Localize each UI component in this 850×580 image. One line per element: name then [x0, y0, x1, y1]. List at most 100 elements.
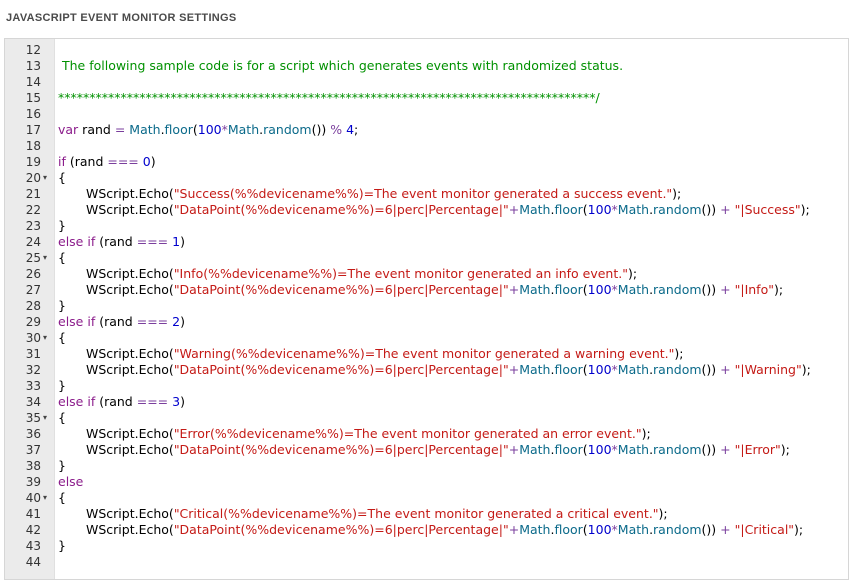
code-token: ===: [107, 154, 139, 169]
fold-toggle-icon[interactable]: ▾: [43, 250, 47, 266]
code-line[interactable]: 32 WScript.Echo("DataPoint(%%devicename%%…: [5, 362, 848, 378]
line-number: 37: [25, 443, 41, 457]
code-token: Math: [617, 282, 650, 297]
code-token: {: [58, 170, 66, 185]
code-token: "Critical(%%devicename%%)=The event moni…: [173, 506, 659, 521]
code-token: Math: [617, 522, 650, 537]
code-token: );: [800, 202, 810, 217]
line-number: 23: [25, 219, 41, 233]
code-token: random: [263, 122, 312, 137]
code-line[interactable]: 28}: [5, 298, 848, 314]
code-token: Math: [519, 202, 551, 217]
code-line[interactable]: 43}: [5, 538, 848, 554]
code-token: The following sample code is for a scrip…: [58, 58, 624, 73]
code-token: "Warning(%%devicename%%)=The event monit…: [173, 346, 675, 361]
code-line[interactable]: 38}: [5, 458, 848, 474]
code-line[interactable]: 18: [5, 138, 848, 154]
code-token: random: [653, 362, 702, 377]
code-text: {: [58, 250, 66, 266]
code-token: );: [627, 266, 638, 281]
code-token: ****************************************…: [58, 90, 600, 105]
code-line[interactable]: 25 ▾ {: [5, 250, 848, 266]
code-line[interactable]: 21 WScript.Echo("Success(%%devicename%%)=…: [5, 186, 848, 202]
code-token: WScript.Echo(: [86, 442, 174, 457]
code-token: 100: [587, 202, 612, 217]
code-line[interactable]: 42 WScript.Echo("DataPoint(%%devicename%%…: [5, 522, 848, 538]
code-token: WScript.Echo(: [86, 426, 174, 441]
code-line[interactable]: 14: [5, 74, 848, 90]
code-line[interactable]: 23}: [5, 218, 848, 234]
code-line[interactable]: 40 ▾ {: [5, 490, 848, 506]
code-line[interactable]: 44: [5, 554, 848, 570]
code-text: WScript.Echo("DataPoint(%%devicename%%)=…: [58, 522, 803, 538]
code-lines: 12 13 The following sample code is for a …: [5, 42, 848, 570]
code-line[interactable]: 41 WScript.Echo("Critical(%%devicename%%)…: [5, 506, 848, 522]
code-token: "|Success": [734, 202, 801, 217]
line-number: 12: [25, 43, 41, 57]
code-line[interactable]: 13 The following sample code is for a sc…: [5, 58, 848, 74]
code-text: WScript.Echo("DataPoint(%%devicename%%)=…: [58, 282, 783, 298]
code-line[interactable]: 34 else if (rand === 3): [5, 394, 848, 410]
section-title: JAVASCRIPT EVENT MONITOR SETTINGS: [6, 12, 237, 24]
code-line[interactable]: 22 WScript.Echo("DataPoint(%%devicename%%…: [5, 202, 848, 218]
code-token: 100: [197, 122, 222, 137]
line-number: 44: [25, 555, 41, 569]
code-line[interactable]: 27 WScript.Echo("DataPoint(%%devicename%%…: [5, 282, 848, 298]
code-token: 100: [587, 522, 612, 537]
code-token: Math: [617, 362, 650, 377]
code-token: 0: [142, 154, 151, 169]
code-text: WScript.Echo("DataPoint(%%devicename%%)=…: [58, 442, 790, 458]
code-token: Math: [617, 202, 650, 217]
code-editor[interactable]: 12 13 The following sample code is for a …: [4, 38, 849, 580]
code-text: The following sample code is for a scrip…: [58, 58, 623, 74]
code-token: else: [58, 314, 84, 329]
code-token: );: [780, 442, 790, 457]
code-token: random: [653, 282, 702, 297]
code-token: ()): [701, 442, 721, 457]
code-line[interactable]: 29 else if (rand === 2): [5, 314, 848, 330]
code-token: "DataPoint(%%devicename%%)=6|perc|Percen…: [173, 442, 509, 457]
fold-toggle-icon[interactable]: ▾: [43, 490, 47, 506]
code-text: }: [58, 298, 66, 314]
code-line[interactable]: 12: [5, 42, 848, 58]
code-token: +: [720, 362, 731, 377]
line-number: 25: [25, 251, 41, 265]
code-line[interactable]: 36 WScript.Echo("Error(%%devicename%%)=Th…: [5, 426, 848, 442]
code-token: }: [58, 298, 66, 313]
code-line[interactable]: 35 ▾ {: [5, 410, 848, 426]
fold-toggle-icon[interactable]: ▾: [43, 170, 47, 186]
code-token: +: [720, 202, 731, 217]
code-token: +: [720, 522, 731, 537]
code-text: }: [58, 458, 66, 474]
code-text: }: [58, 538, 66, 554]
code-token: +: [508, 202, 520, 217]
code-line[interactable]: 19 if (rand === 0): [5, 154, 848, 170]
code-token: ===: [136, 234, 169, 249]
code-line[interactable]: 16: [5, 106, 848, 122]
code-line[interactable]: 24 else if (rand === 1): [5, 234, 848, 250]
fold-toggle-icon[interactable]: ▾: [43, 330, 47, 346]
code-line[interactable]: 30 ▾ {: [5, 330, 848, 346]
code-line[interactable]: 26 WScript.Echo("Info(%%devicename%%)=The…: [5, 266, 848, 282]
line-number: 21: [25, 187, 41, 201]
line-number: 24: [25, 235, 41, 249]
code-token: 2: [172, 314, 181, 329]
line-number: 28: [25, 299, 41, 313]
code-token: ()): [701, 202, 721, 217]
code-token: }: [58, 458, 66, 473]
code-token: );: [672, 186, 682, 201]
code-line[interactable]: 39 else: [5, 474, 848, 490]
code-text: else if (rand === 1): [58, 234, 185, 250]
code-token: +: [720, 442, 731, 457]
code-token: (rand: [95, 234, 137, 249]
code-token: Math: [519, 362, 551, 377]
code-line[interactable]: 33}: [5, 378, 848, 394]
code-line[interactable]: 37 WScript.Echo("DataPoint(%%devicename%%…: [5, 442, 848, 458]
code-line[interactable]: 20 ▾ {: [5, 170, 848, 186]
code-line[interactable]: 15 **************************************…: [5, 90, 848, 106]
code-token: );: [794, 522, 804, 537]
code-token: floor: [554, 202, 583, 217]
code-line[interactable]: 31 WScript.Echo("Warning(%%devicename%%)=…: [5, 346, 848, 362]
fold-toggle-icon[interactable]: ▾: [43, 410, 47, 426]
code-line[interactable]: 17 var rand = Math.floor(100*Math.random(…: [5, 122, 848, 138]
